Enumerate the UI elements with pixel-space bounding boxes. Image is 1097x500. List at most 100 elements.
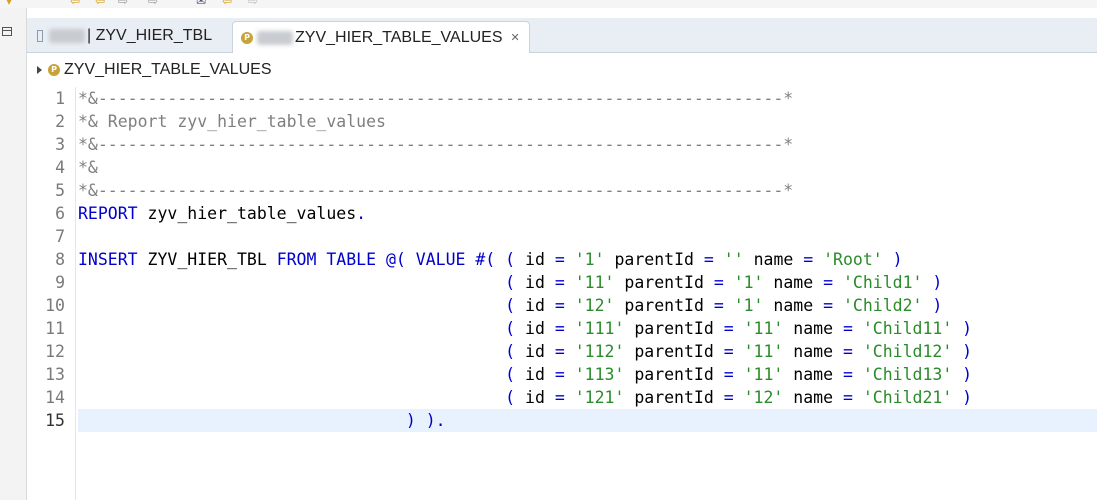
close-tab-icon[interactable]: ✕: [511, 31, 520, 44]
code-line[interactable]: 1 *&-------------------------------------…: [27, 87, 1097, 110]
code-line[interactable]: 3 *&-------------------------------------…: [27, 133, 1097, 156]
tab-zyv-hier-tbl[interactable]: | ZYV_HIER_TBL: [31, 21, 223, 51]
code-token: REPORT: [78, 204, 138, 223]
tab-zyv-hier-table-values[interactable]: P ZYV_HIER_TABLE_VALUES ✕: [232, 21, 530, 53]
code-token: zyv_hier_table_values: [137, 204, 357, 223]
code-token: ): [952, 365, 973, 384]
nav-arrow-icon[interactable]: ⇨: [248, 0, 258, 8]
code-token: '11': [574, 273, 615, 292]
code-line[interactable]: 7: [27, 225, 1097, 248]
code-token: id: [525, 365, 555, 384]
code-text[interactable]: ( id = '11' parentId = '1' name = 'Child…: [78, 271, 1097, 294]
code-token: '1': [733, 273, 764, 292]
code-text[interactable]: REPORT zyv_hier_table_values.: [78, 202, 1097, 225]
code-token: parentId: [624, 342, 724, 361]
code-line[interactable]: 9 ( id = '11' parentId = '1' name = 'Chi…: [27, 271, 1097, 294]
code-line[interactable]: 13 ( id = '113' parentId = '11' name = '…: [27, 363, 1097, 386]
code-line[interactable]: 8 INSERT ZYV_HIER_TBL FROM TABLE @( VALUE…: [27, 248, 1097, 271]
line-number: 3: [55, 135, 65, 154]
code-line[interactable]: 15 ) ).: [27, 409, 1097, 432]
code-token: *&--------------------------------------…: [78, 135, 794, 154]
toolbar-icon[interactable]: ▾: [6, 0, 12, 8]
line-number: 15: [45, 411, 65, 430]
code-token: =: [842, 342, 863, 361]
code-token: =: [723, 388, 744, 407]
back-arrow-icon[interactable]: ⇦: [95, 0, 105, 8]
code-token: ) ).: [405, 411, 446, 430]
forward-arrow-icon[interactable]: ⇨: [118, 0, 128, 8]
code-text[interactable]: INSERT ZYV_HIER_TBL FROM TABLE @( VALUE …: [78, 248, 1097, 271]
forward-arrow-icon[interactable]: ⇨: [148, 0, 158, 8]
code-token: =: [723, 365, 744, 384]
mail-icon[interactable]: ✉: [196, 0, 206, 8]
code-token: ZYV_HIER_TBL: [137, 250, 277, 269]
code-text[interactable]: ( id = '111' parentId = '11' name = 'Chi…: [78, 317, 1097, 340]
main-toolbar: ▾ ⇦ ⇦ ⇨ ⇨ ✉ ⇦ ⇨: [0, 0, 1097, 8]
code-token: =: [554, 388, 575, 407]
code-line[interactable]: 11 ( id = '111' parentId = '11' name = '…: [27, 317, 1097, 340]
code-line[interactable]: 2 *& Report zyv_hier_table_values: [27, 110, 1097, 133]
line-number: 1: [55, 89, 65, 108]
code-token: parentId: [624, 319, 724, 338]
back-arrow-icon[interactable]: ⇦: [70, 0, 80, 8]
code-text[interactable]: *&: [78, 156, 1097, 179]
code-token: =: [842, 365, 863, 384]
code-text[interactable]: [78, 225, 1097, 248]
code-token: ): [922, 273, 943, 292]
code-token: FROM TABLE @( VALUE #( (: [276, 250, 526, 269]
code-token: =: [554, 250, 575, 269]
nav-arrow-icon[interactable]: ⇦: [222, 0, 232, 8]
code-text[interactable]: ( id = '113' parentId = '11' name = 'Chi…: [78, 363, 1097, 386]
code-editor[interactable]: 1 *&-------------------------------------…: [27, 87, 1097, 500]
code-token: '112': [574, 342, 625, 361]
code-text[interactable]: ) ).: [78, 409, 1097, 432]
code-token: name: [783, 342, 843, 361]
code-text[interactable]: ( id = '12' parentId = '1' name = 'Child…: [78, 294, 1097, 317]
line-number: 14: [45, 388, 65, 407]
code-token: parentId: [614, 296, 714, 315]
code-text[interactable]: *&--------------------------------------…: [78, 87, 1097, 110]
code-token: '1': [574, 250, 605, 269]
code-token: =: [554, 296, 575, 315]
code-line[interactable]: 5 *&-------------------------------------…: [27, 179, 1097, 202]
breadcrumb: P ZYV_HIER_TABLE_VALUES: [27, 58, 272, 82]
code-token: *&--------------------------------------…: [78, 89, 794, 108]
code-token: (: [505, 319, 526, 338]
code-token: =: [554, 273, 575, 292]
redacted-text: [257, 30, 293, 45]
expand-triangle-icon[interactable]: [37, 66, 42, 74]
code-token: 'Child11': [862, 319, 953, 338]
code-text[interactable]: ( id = '121' parentId = '12' name = 'Chi…: [78, 386, 1097, 409]
code-token: =: [842, 319, 863, 338]
code-text[interactable]: *&--------------------------------------…: [78, 133, 1097, 156]
code-token: ): [952, 388, 973, 407]
code-token: =: [823, 296, 843, 315]
code-token: parentId: [604, 250, 704, 269]
code-token: 'Child1': [842, 273, 923, 292]
code-token: '': [723, 250, 744, 269]
code-token: 'Child12': [862, 342, 953, 361]
code-line[interactable]: 6 REPORT zyv_hier_table_values.: [27, 202, 1097, 225]
code-token: *&: [78, 158, 98, 177]
code-token: ): [952, 342, 973, 361]
line-number: 12: [45, 342, 65, 361]
code-token: id: [525, 250, 555, 269]
code-line[interactable]: 12 ( id = '112' parentId = '11' name = '…: [27, 340, 1097, 363]
code-token: =: [842, 388, 863, 407]
code-text[interactable]: *&--------------------------------------…: [78, 179, 1097, 202]
code-line[interactable]: 14 ( id = '121' parentId = '12' name = '…: [27, 386, 1097, 409]
code-token: (: [505, 273, 526, 292]
breadcrumb-label[interactable]: ZYV_HIER_TABLE_VALUES: [64, 61, 272, 79]
code-token: '1': [733, 296, 764, 315]
code-token: (: [505, 342, 526, 361]
code-text[interactable]: *& Report zyv_hier_table_values: [78, 110, 1097, 133]
code-text[interactable]: ( id = '112' parentId = '11' name = 'Chi…: [78, 340, 1097, 363]
line-number: 7: [55, 227, 65, 246]
code-line[interactable]: 4 *&: [27, 156, 1097, 179]
line-number: 5: [55, 181, 65, 200]
restore-panel-icon[interactable]: [2, 27, 12, 36]
code-line[interactable]: 10 ( id = '12' parentId = '1' name = 'Ch…: [27, 294, 1097, 317]
